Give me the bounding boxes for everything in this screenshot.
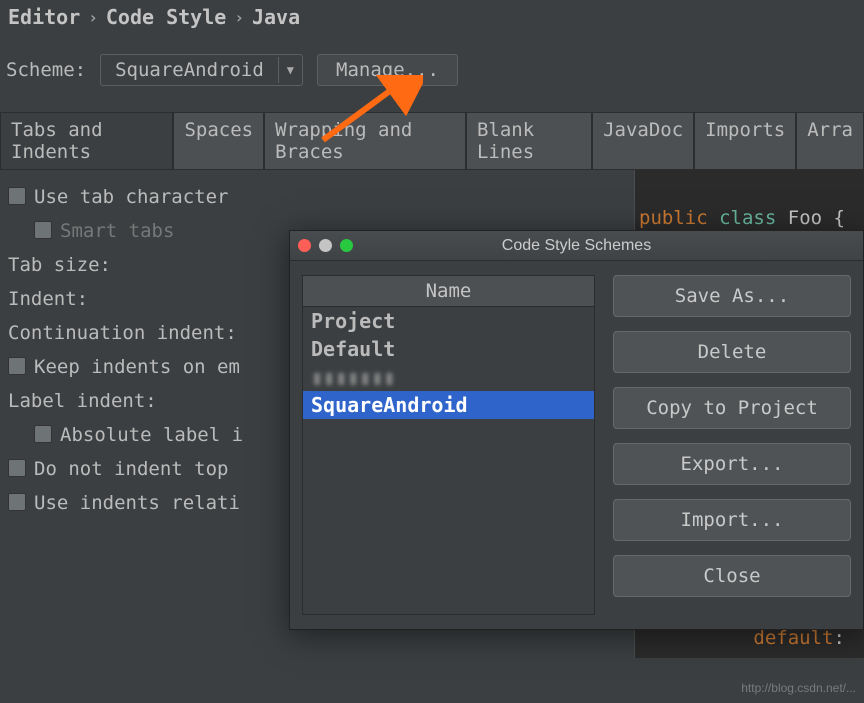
tab-spaces[interactable]: Spaces <box>173 112 264 169</box>
checkbox-abs-label[interactable] <box>34 425 52 443</box>
scheme-list: Name Project Default ▮▮▮▮▮▮▮ SquareAndro… <box>302 275 595 615</box>
checkbox-use-rel[interactable] <box>8 493 26 511</box>
label-use-rel: Use indents relati <box>34 492 240 514</box>
label-use-tab: Use tab character <box>34 186 228 208</box>
list-item-redacted[interactable]: ▮▮▮▮▮▮▮ <box>303 363 594 391</box>
export-button[interactable]: Export... <box>613 443 851 485</box>
label-smart-tabs: Smart tabs <box>60 220 174 242</box>
breadcrumb-codestyle[interactable]: Code Style <box>106 5 226 29</box>
delete-button[interactable]: Delete <box>613 331 851 373</box>
scheme-select[interactable]: SquareAndroid ▼ <box>100 54 303 86</box>
list-item-project[interactable]: Project <box>303 307 594 335</box>
label-no-top: Do not indent top <box>34 458 228 480</box>
manage-button[interactable]: Manage... <box>317 54 458 86</box>
close-button[interactable]: Close <box>613 555 851 597</box>
breadcrumb: Editor › Code Style › Java <box>0 0 864 34</box>
checkbox-keep-empty[interactable] <box>8 357 26 375</box>
breadcrumb-sep: › <box>88 8 98 27</box>
label-keep-empty: Keep indents on em <box>34 356 240 378</box>
save-as-button[interactable]: Save As... <box>613 275 851 317</box>
checkbox-smart-tabs <box>34 221 52 239</box>
watermark: http://blog.csdn.net/... <box>741 681 856 695</box>
tab-bar: Tabs and Indents Spaces Wrapping and Bra… <box>0 112 864 169</box>
tab-wrapping[interactable]: Wrapping and Braces <box>264 112 466 169</box>
tab-blank-lines[interactable]: Blank Lines <box>466 112 592 169</box>
dialog-titlebar[interactable]: Code Style Schemes <box>290 231 863 261</box>
checkbox-use-tab[interactable] <box>8 187 26 205</box>
breadcrumb-sep: › <box>234 8 244 27</box>
chevron-down-icon: ▼ <box>278 57 302 83</box>
tab-tabs-indents[interactable]: Tabs and Indents <box>0 112 173 169</box>
tab-javadoc[interactable]: JavaDoc <box>592 112 694 169</box>
scheme-row: Scheme: SquareAndroid ▼ Manage... <box>0 34 864 94</box>
scheme-label: Scheme: <box>6 59 86 81</box>
tab-arrangement[interactable]: Arra <box>796 112 864 169</box>
list-item-squareandroid[interactable]: SquareAndroid <box>303 391 594 419</box>
copy-to-project-button[interactable]: Copy to Project <box>613 387 851 429</box>
list-item-default[interactable]: Default <box>303 335 594 363</box>
breadcrumb-java[interactable]: Java <box>252 5 300 29</box>
schemes-dialog: Code Style Schemes Name Project Default … <box>289 230 864 630</box>
import-button[interactable]: Import... <box>613 499 851 541</box>
breadcrumb-editor[interactable]: Editor <box>8 5 80 29</box>
scheme-value: SquareAndroid <box>101 55 278 85</box>
checkbox-no-top[interactable] <box>8 459 26 477</box>
tab-imports[interactable]: Imports <box>694 112 796 169</box>
list-header-name: Name <box>303 276 594 307</box>
dialog-title: Code Style Schemes <box>290 237 863 255</box>
label-abs-label: Absolute label i <box>60 424 243 446</box>
